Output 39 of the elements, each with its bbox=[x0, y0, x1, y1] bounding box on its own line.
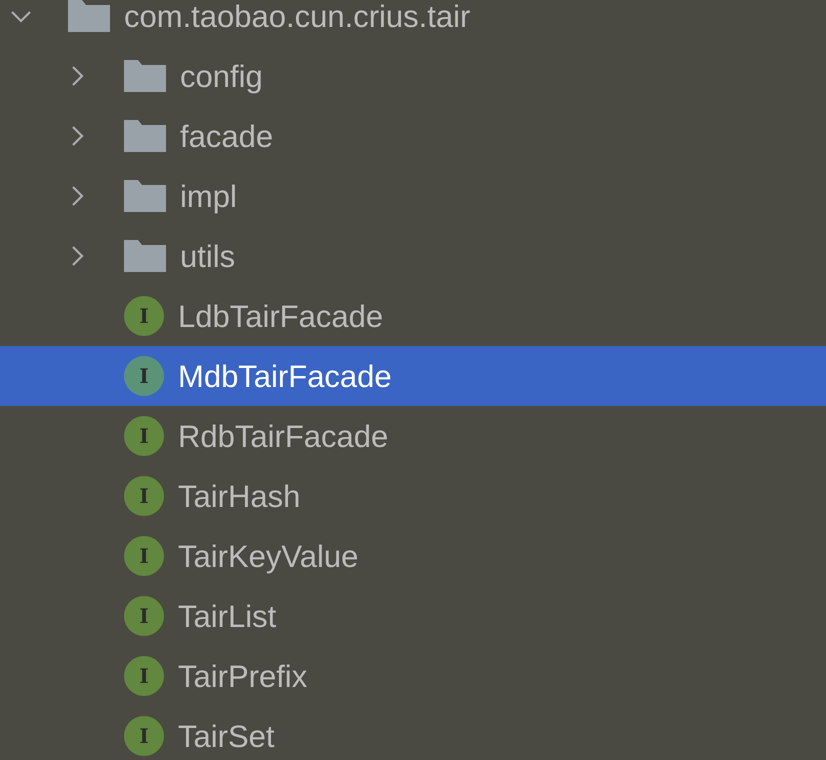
interface-icon: I bbox=[124, 416, 164, 456]
tree-row[interactable]: utils bbox=[0, 226, 826, 286]
folder-icon bbox=[124, 60, 166, 92]
interface-icon: I bbox=[124, 536, 164, 576]
tree-label: RdbTairFacade bbox=[178, 420, 388, 452]
folder-icon bbox=[124, 180, 166, 212]
tree-label: impl bbox=[180, 180, 237, 212]
interface-icon: I bbox=[124, 296, 164, 336]
tree-row[interactable]: I RdbTairFacade bbox=[0, 406, 826, 466]
tree-label: com.taobao.cun.crius.tair bbox=[124, 0, 470, 32]
tree-row[interactable]: I TairSet bbox=[0, 706, 826, 760]
interface-icon: I bbox=[124, 716, 164, 756]
tree-label: utils bbox=[180, 240, 236, 272]
tree-label: MdbTairFacade bbox=[178, 360, 392, 392]
tree-label: facade bbox=[180, 120, 274, 152]
tree-label: config bbox=[180, 60, 263, 92]
folder-icon bbox=[68, 0, 110, 32]
tree-label: TairHash bbox=[178, 480, 300, 512]
tree-label: TairList bbox=[178, 600, 276, 632]
tree-label: TairPrefix bbox=[178, 660, 308, 692]
tree-row[interactable]: facade bbox=[0, 106, 826, 166]
interface-icon: I bbox=[124, 656, 164, 696]
tree-row[interactable]: I MdbTairFacade bbox=[0, 346, 826, 406]
interface-icon: I bbox=[124, 476, 164, 516]
tree-row[interactable]: I TairHash bbox=[0, 466, 826, 526]
tree-label: TairKeyValue bbox=[178, 540, 358, 572]
tree-label: TairSet bbox=[178, 720, 274, 752]
folder-icon bbox=[124, 240, 166, 272]
tree-row[interactable]: I TairPrefix bbox=[0, 646, 826, 706]
tree-row[interactable]: I TairKeyValue bbox=[0, 526, 826, 586]
tree-row[interactable]: I TairList bbox=[0, 586, 826, 646]
tree-row[interactable]: com.taobao.cun.crius.tair bbox=[0, 0, 826, 46]
interface-icon: I bbox=[124, 356, 164, 396]
tree-row[interactable]: impl bbox=[0, 166, 826, 226]
folder-icon bbox=[124, 120, 166, 152]
interface-icon: I bbox=[124, 596, 164, 636]
tree-row[interactable]: config bbox=[0, 46, 826, 106]
tree-label: LdbTairFacade bbox=[178, 300, 384, 332]
tree-row[interactable]: I LdbTairFacade bbox=[0, 286, 826, 346]
